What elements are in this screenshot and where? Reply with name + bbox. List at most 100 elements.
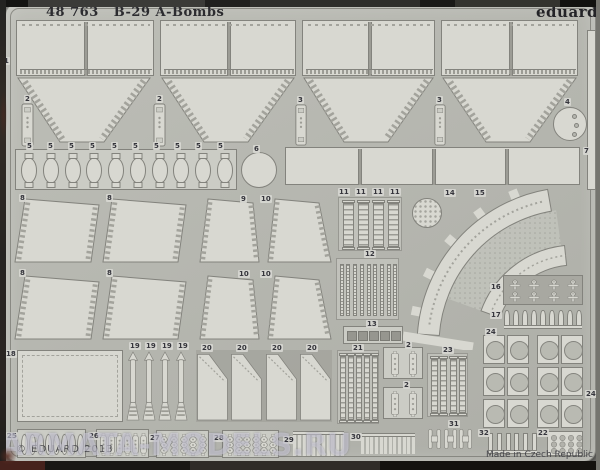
chain-part bbox=[170, 434, 178, 456]
pe-part-18 bbox=[17, 350, 123, 422]
chain-part bbox=[189, 434, 197, 456]
ladder-strip bbox=[339, 264, 344, 316]
photo-edge-bottom bbox=[0, 461, 600, 470]
pe-part-10 bbox=[267, 275, 333, 341]
circle-hole bbox=[539, 340, 559, 360]
chain-part bbox=[234, 434, 243, 456]
circle-cell bbox=[537, 335, 559, 364]
pe-bay-panel-1 bbox=[302, 20, 435, 76]
pe-part-30 bbox=[360, 432, 416, 456]
pe-part-24 bbox=[483, 335, 583, 429]
capsule-part bbox=[116, 433, 123, 456]
comb-tooth bbox=[374, 437, 378, 454]
comb-tooth bbox=[317, 435, 320, 456]
circle-cell bbox=[561, 367, 583, 396]
parts-layer bbox=[0, 0, 600, 470]
pe-part-7 bbox=[285, 147, 580, 185]
hatch-line bbox=[306, 69, 433, 74]
circle-hole bbox=[509, 340, 529, 360]
circle-hole bbox=[485, 372, 505, 392]
panel-divider bbox=[84, 22, 88, 76]
hole bbox=[571, 114, 577, 120]
comb-tooth bbox=[341, 435, 344, 456]
pe-part-20 bbox=[196, 350, 332, 422]
ladder-cap bbox=[372, 247, 385, 250]
pe-part-2 bbox=[20, 103, 35, 147]
comb-tooth bbox=[384, 437, 388, 454]
ladder-cap bbox=[448, 413, 458, 416]
circle-hole bbox=[563, 404, 583, 424]
bomb-body-part bbox=[387, 391, 403, 417]
panel-divider bbox=[357, 149, 362, 185]
comb-tooth bbox=[393, 437, 397, 454]
bomb-part bbox=[158, 351, 172, 421]
comb-tooth bbox=[407, 437, 411, 454]
bomb-dart bbox=[526, 279, 542, 303]
circle-hole bbox=[509, 372, 529, 392]
pe-part-6 bbox=[241, 152, 277, 188]
fin-part bbox=[41, 153, 61, 188]
chain-part bbox=[260, 434, 268, 456]
dash-line bbox=[166, 24, 292, 26]
circle-hole bbox=[485, 404, 505, 424]
comb-tooth bbox=[370, 437, 374, 454]
ladder-cap bbox=[429, 413, 439, 416]
pe-part-31 bbox=[427, 428, 473, 450]
dash-line bbox=[447, 24, 574, 26]
chain-part bbox=[179, 434, 188, 456]
red-smudge-bottom-left bbox=[0, 446, 16, 466]
comb-tooth bbox=[321, 435, 325, 456]
red-smudge-left bbox=[0, 92, 7, 138]
comb-tooth bbox=[398, 437, 402, 454]
circle-cell bbox=[483, 399, 505, 428]
bomb-dart bbox=[546, 279, 562, 303]
panel-divider bbox=[367, 22, 372, 76]
pe-part-16 bbox=[503, 275, 583, 305]
fin-part bbox=[128, 153, 148, 188]
capsule-part bbox=[140, 433, 147, 456]
ladder-cap bbox=[347, 353, 355, 356]
bomb-part bbox=[174, 351, 188, 421]
fin-part bbox=[84, 153, 104, 188]
square-hole bbox=[358, 331, 368, 341]
ladder-cap bbox=[372, 200, 385, 203]
pe-part-13 bbox=[343, 326, 403, 344]
ladder-strip bbox=[373, 264, 378, 316]
square-hole bbox=[391, 331, 401, 341]
bomb-part bbox=[142, 351, 156, 421]
comb-tooth bbox=[336, 435, 340, 456]
pe-bay-panel-1 bbox=[160, 20, 296, 76]
ladder-strip bbox=[348, 356, 354, 420]
chain-part bbox=[199, 434, 207, 456]
pe-part-8 bbox=[102, 198, 188, 264]
panel-divider bbox=[505, 149, 510, 185]
comb-tooth bbox=[514, 433, 520, 451]
pe-part-4 bbox=[553, 107, 587, 141]
clip-part bbox=[428, 429, 441, 449]
circle-cell bbox=[483, 335, 505, 364]
ladder-strip bbox=[372, 356, 378, 420]
pe-part-19 bbox=[125, 350, 189, 422]
pe-part-29 bbox=[292, 430, 345, 458]
copyright-text: © EDUARD 2013 bbox=[16, 444, 114, 455]
fin-part bbox=[171, 153, 191, 188]
ladder-cap bbox=[357, 247, 370, 250]
ladder-cap bbox=[342, 247, 355, 250]
comb-tooth bbox=[576, 310, 582, 326]
fairing-part bbox=[197, 351, 228, 421]
ladder-cap bbox=[355, 420, 363, 423]
comb-tooth bbox=[361, 437, 364, 454]
pe-hopper bbox=[161, 77, 296, 144]
comb-tooth bbox=[532, 433, 537, 451]
comb-tooth bbox=[326, 435, 330, 456]
clip-part bbox=[459, 429, 472, 449]
ladder-strip bbox=[359, 264, 364, 316]
pe-part-3 bbox=[294, 104, 308, 146]
circle-cell bbox=[537, 399, 559, 428]
photo-of-pe-fret: 1 2 2 3 3 4 5 5 5 5 5 5 5 5 5 5 6 7 8 8 9 10 11 11 11 11 14 15 8 8 10 1… bbox=[0, 0, 600, 470]
pe-part-5-row bbox=[15, 149, 237, 190]
pe-part-8 bbox=[102, 275, 188, 341]
bomb-dart bbox=[565, 279, 581, 303]
hatch-line bbox=[445, 69, 576, 74]
square-hole bbox=[369, 331, 379, 341]
